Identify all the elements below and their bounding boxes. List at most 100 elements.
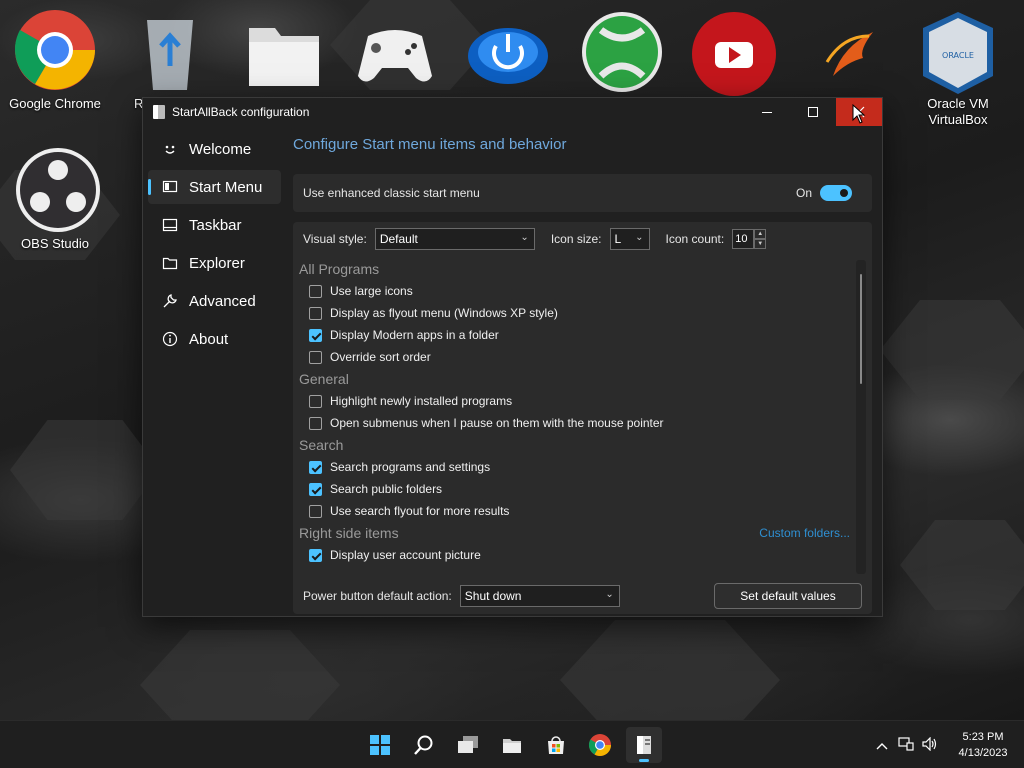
option-override-sort[interactable]: Override sort order [299,346,850,368]
desktop-icon-chrome[interactable]: Google Chrome [7,6,103,112]
chevron-down-icon: ⌄ [520,232,529,243]
checkbox[interactable] [309,394,322,408]
stepper-up-icon[interactable]: ▲ [754,229,767,239]
sidebar-item-label: About [189,330,229,348]
custom-folders-link[interactable]: Custom folders... [759,522,850,544]
desktop-icon-label: OBS Studio [21,236,89,251]
option-label: Use large icons [330,284,413,298]
sidebar-item-explorer[interactable]: Explorer [148,246,281,280]
power-icon [463,6,553,96]
store-icon[interactable] [538,727,574,763]
maximize-button[interactable] [790,98,836,126]
option-user-picture[interactable]: Display user account picture [299,544,850,566]
sidebar-item-advanced[interactable]: Advanced [148,284,281,318]
option-modern-apps-folder[interactable]: Display Modern apps in a folder [299,324,850,346]
sidebar-item-welcome[interactable]: Welcome [148,132,281,166]
chevron-up-icon[interactable] [870,738,894,753]
checkbox[interactable] [309,504,322,518]
desktop-icon-xbox[interactable] [574,6,670,96]
option-label: Use search flyout for more results [330,504,510,518]
chrome-icon[interactable] [582,727,618,763]
icon-count-input[interactable]: 10 [732,229,755,249]
option-search-public[interactable]: Search public folders [299,478,850,500]
recycle-bin-icon [125,6,215,96]
youtube-icon [689,6,779,96]
option-search-programs[interactable]: Search programs and settings [299,456,850,478]
group-title-right-side: Right side items Custom folders... [299,522,850,544]
checkbox[interactable] [309,350,322,364]
desktop-icon-gamepad[interactable] [347,6,443,96]
sidebar-item-label: Advanced [189,292,256,310]
taskbar: 5:23 PM 4/13/2023 [0,720,1024,768]
smiley-icon [161,140,179,158]
taskbar-pinned-icons [362,727,662,763]
startallback-icon[interactable] [626,727,662,763]
wallpaper-hex [880,300,1024,400]
enhanced-menu-toggle[interactable] [820,185,852,201]
option-use-large-icons[interactable]: Use large icons [299,280,850,302]
startallback-icon [153,105,165,119]
visual-style-value: Default [379,232,418,246]
folder-icon [239,6,329,96]
option-label: Display as flyout menu (Windows XP style… [330,306,558,320]
sidebar-item-label: Welcome [189,140,252,158]
scrollbar-thumb[interactable] [860,274,862,384]
search-icon[interactable] [406,727,442,763]
options-scrollbar[interactable] [856,260,866,574]
option-label: Open submenus when I pause on them with … [330,416,664,430]
taskbar-clock[interactable]: 5:23 PM 4/13/2023 [942,729,1024,761]
icon-size-select[interactable]: L ⌄ [609,228,650,250]
desktop-icon-youtube[interactable] [686,6,782,96]
svg-text:ORACLE: ORACLE [942,51,974,60]
set-default-values-button[interactable]: Set default values [714,583,862,609]
content-pane: Configure Start menu items and behavior … [293,126,872,614]
option-highlight-new[interactable]: Highlight newly installed programs [299,390,850,412]
virtualbox-icon: ORACLE [913,6,1003,96]
desktop-icon-power[interactable] [460,6,556,96]
page-title: Configure Start menu items and behavior [293,136,567,153]
icon-count-stepper[interactable]: 10 ▲ ▼ [732,229,767,249]
checkbox[interactable] [309,284,322,298]
sidebar-item-taskbar[interactable]: Taskbar [148,208,281,242]
visual-style-select[interactable]: Default ⌄ [374,228,535,250]
sidebar-item-start-menu[interactable]: Start Menu [148,170,281,204]
desktop-icon-folder[interactable] [236,6,332,96]
title-bar[interactable]: StartAllBack configuration [143,98,882,126]
file-explorer-icon[interactable] [494,727,530,763]
minimize-button[interactable] [744,98,790,126]
checkbox-checked[interactable] [309,460,322,474]
sidebar-item-about[interactable]: About [148,322,281,356]
clock-date: 4/13/2023 [958,747,1008,759]
window-title: StartAllBack configuration [172,105,310,119]
checkbox-checked[interactable] [309,548,322,562]
option-flyout-menu[interactable]: Display as flyout menu (Windows XP style… [299,302,850,324]
checkbox[interactable] [309,306,322,320]
wallpaper-hex [10,420,160,520]
checkbox-checked[interactable] [309,328,322,342]
startallback-window: StartAllBack configuration Welcome Start… [142,97,883,617]
desktop-icon-phoenix[interactable] [800,6,896,96]
gamepad-icon [350,6,440,96]
option-label: Search public folders [330,482,443,496]
windows-start-icon[interactable] [362,727,398,763]
group-title-all-programs: All Programs [299,261,380,277]
wallpaper-hex [900,520,1024,610]
option-search-flyout[interactable]: Use search flyout for more results [299,500,850,522]
option-open-submenus[interactable]: Open submenus when I pause on them with … [299,412,850,434]
checkbox-checked[interactable] [309,482,322,496]
icon-size-value: L [614,232,622,246]
wrench-icon [161,292,179,310]
network-icon[interactable] [894,736,918,754]
group-title-general: General [299,371,349,387]
volume-icon[interactable] [918,736,942,754]
desktop-icon-obs[interactable]: OBS Studio [7,146,103,252]
power-action-select[interactable]: Shut down ⌄ [459,585,620,607]
sidebar-item-label: Start Menu [189,178,263,196]
stepper-down-icon[interactable]: ▼ [754,239,767,249]
option-label: Highlight newly installed programs [330,394,513,408]
group-title-search: Search [299,437,344,453]
task-view-icon[interactable] [450,727,486,763]
desktop-icon-virtualbox[interactable]: ORACLE Oracle VM VirtualBox [910,6,1006,128]
info-icon [161,330,179,348]
checkbox[interactable] [309,416,322,430]
